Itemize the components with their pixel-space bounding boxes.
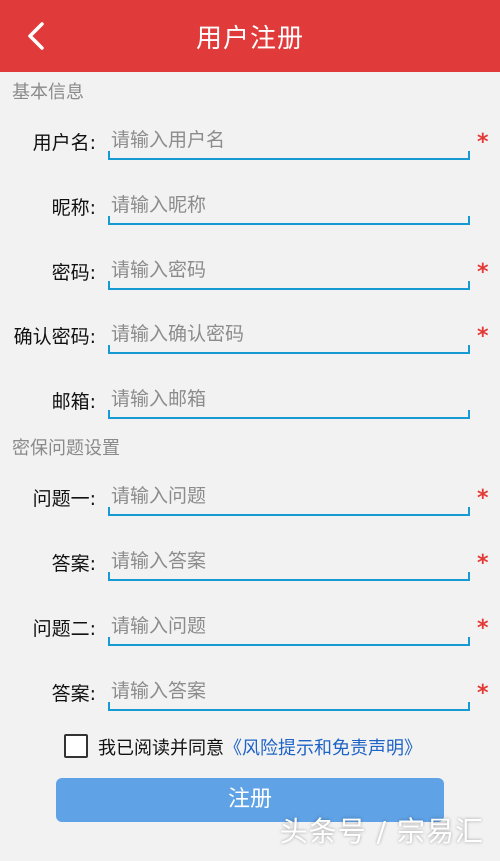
confirm-password-field-wrapper [108,318,470,354]
form-row-confirm-password: 确认密码: * [0,318,500,378]
answer1-label: 答案: [51,553,96,575]
agreement-text: 我已阅读并同意 [98,738,224,759]
question2-label: 问题二: [32,618,96,640]
page-title: 用户注册 [195,24,304,54]
required-mark: * [477,324,489,349]
email-field-wrapper [108,383,470,419]
header-bar: 用户注册 [0,0,500,72]
password-field-wrapper [108,254,470,290]
nickname-input[interactable] [111,189,451,221]
answer2-field-wrapper [108,675,470,711]
required-mark: * [477,130,489,155]
form-row-answer1: 答案: * [0,545,500,605]
nickname-label: 昵称: [51,197,96,219]
username-input[interactable] [111,124,451,156]
section-title-basic: 基本信息 [12,82,84,103]
question2-input[interactable] [111,610,451,642]
question1-label: 问题一: [32,488,96,510]
answer2-input[interactable] [111,675,451,707]
watermark-text: 头条号 / 宗易汇 [279,815,484,848]
confirm-password-label: 确认密码: [13,326,96,348]
required-mark: * [477,551,489,576]
form-row-username: 用户名: * [0,124,500,184]
form-row-answer2: 答案: * [0,675,500,735]
answer2-label: 答案: [51,683,96,705]
question2-field-wrapper [108,610,470,646]
password-label: 密码: [51,262,96,284]
question1-input[interactable] [111,480,451,512]
password-input[interactable] [111,254,451,286]
form-row-password: 密码: * [0,254,500,314]
required-mark: * [477,486,489,511]
form-row-question2: 问题二: * [0,610,500,670]
answer1-input[interactable] [111,545,451,577]
email-label: 邮箱: [51,391,96,413]
agreement-checkbox[interactable] [64,734,88,758]
username-field-wrapper [108,124,470,160]
question1-field-wrapper [108,480,470,516]
required-mark: * [477,681,489,706]
username-label: 用户名: [32,132,96,154]
agreement-link[interactable]: 《风险提示和免责声明》 [224,738,422,759]
form-row-question1: 问题一: * [0,480,500,540]
required-mark: * [477,616,489,641]
required-mark: * [477,260,489,285]
agreement-text-wrapper: 我已阅读并同意《风险提示和免责声明》 [98,734,422,760]
form-row-nickname: 昵称: [0,189,500,249]
confirm-password-input[interactable] [111,318,451,350]
answer1-field-wrapper [108,545,470,581]
nickname-field-wrapper [108,189,470,225]
email-input[interactable] [111,383,451,415]
section-title-security: 密保问题设置 [12,438,120,459]
